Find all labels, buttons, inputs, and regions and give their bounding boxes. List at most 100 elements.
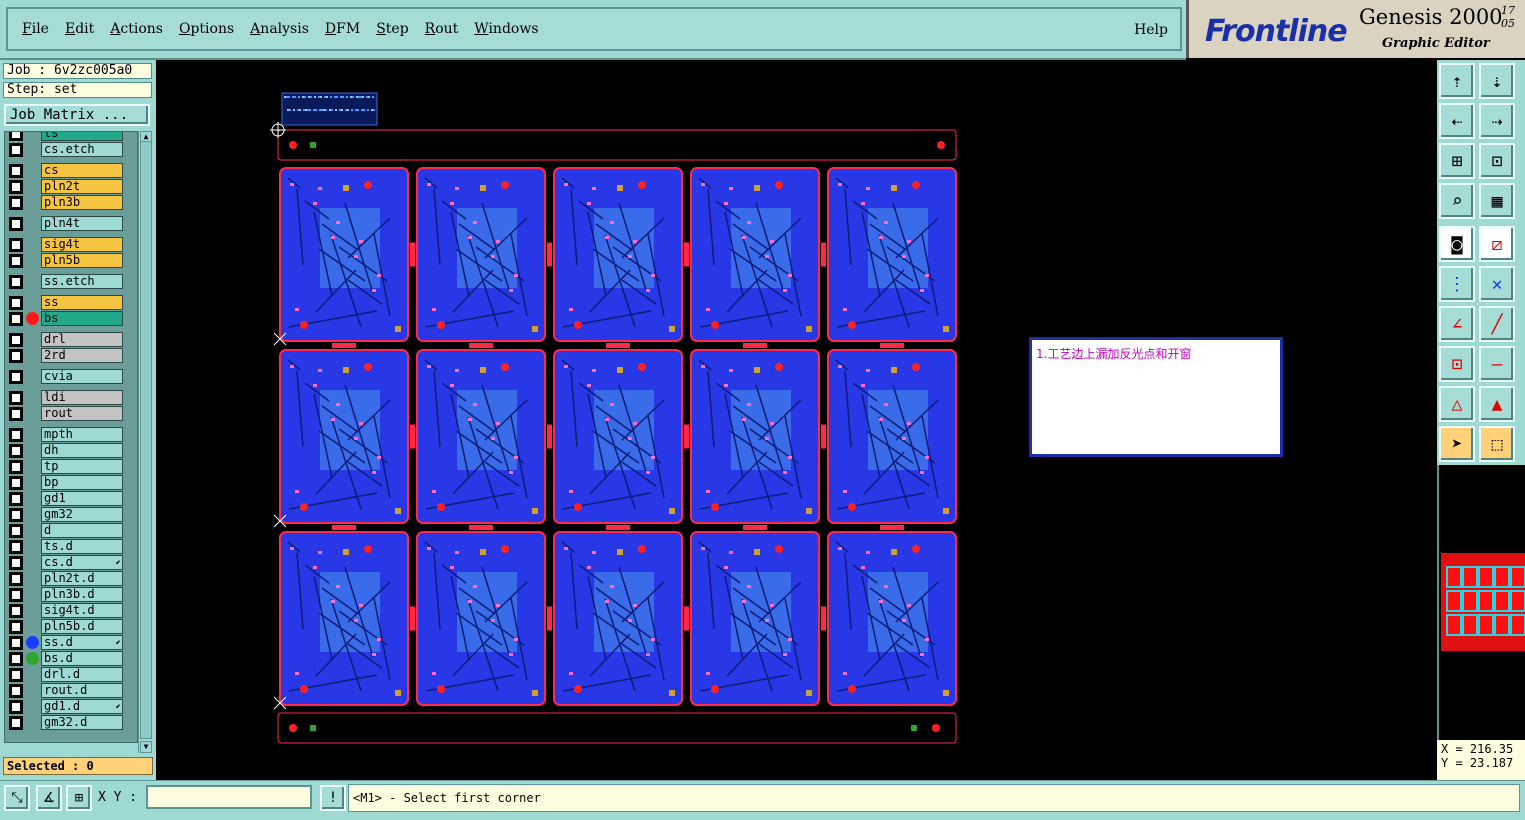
layer-checkbox[interactable] <box>11 510 21 520</box>
layer-row-mpth[interactable]: mpth <box>5 427 135 442</box>
overview-map[interactable] <box>1437 465 1525 740</box>
scroll-thumb[interactable] <box>140 141 152 739</box>
layer-checkbox[interactable] <box>11 462 21 472</box>
layer-row-2rd[interactable]: 2rd <box>5 348 135 363</box>
layer-name[interactable]: gm32.d <box>41 715 123 730</box>
line-rect-icon[interactable]: ⧄ <box>1479 226 1515 262</box>
layer-row-ss-d[interactable]: ss.d ⬋ <box>5 635 135 650</box>
layer-row-bp[interactable]: bp <box>5 475 135 490</box>
layer-checkbox[interactable] <box>11 478 21 488</box>
select-box-icon[interactable]: ⬚ <box>1479 426 1515 462</box>
layer-name[interactable]: ldi <box>41 390 123 405</box>
layer-list-scrollbar[interactable]: ▲ ▼ <box>138 131 153 753</box>
layer-name[interactable]: pln2t <box>41 179 123 194</box>
layer-name[interactable]: pln5b <box>41 253 123 268</box>
layer-name[interactable]: d <box>41 523 123 538</box>
layer-checkbox[interactable] <box>11 198 21 208</box>
layer-row-gd1[interactable]: gd1 <box>5 491 135 506</box>
job-matrix-button[interactable]: Job Matrix ... <box>4 104 150 126</box>
layer-name[interactable]: dh <box>41 443 123 458</box>
layer-name[interactable]: cs.etch <box>41 142 123 157</box>
pan-right-icon[interactable]: ⇢ <box>1479 103 1515 139</box>
layer-checkbox[interactable] <box>11 145 21 155</box>
pad-add-icon[interactable]: ⊡ <box>1439 346 1475 382</box>
layer-row-rout-d[interactable]: rout.d <box>5 683 135 698</box>
layer-row-ts[interactable]: ts <box>5 132 135 141</box>
layer-name[interactable]: ts.d <box>41 539 123 554</box>
layer-row-cs[interactable]: cs <box>5 163 135 178</box>
layer-row-bs-d[interactable]: bs.d <box>5 651 135 666</box>
menu-analysis[interactable]: Analysis <box>250 21 309 37</box>
layer-name[interactable]: cs.d ⬋ <box>41 555 123 570</box>
menu-file[interactable]: File <box>22 21 49 37</box>
layer-row-d[interactable]: d <box>5 523 135 538</box>
cross-icon[interactable]: ✕ <box>1479 266 1515 302</box>
layer-checkbox[interactable] <box>11 718 21 728</box>
layer-row-pln5b[interactable]: pln5b <box>5 253 135 268</box>
diagonal-line-icon[interactable]: ╱ <box>1479 306 1515 342</box>
layer-checkbox[interactable] <box>11 335 21 345</box>
menu-windows[interactable]: Windows <box>474 21 538 37</box>
layer-name[interactable]: ss.d ⬋ <box>41 635 123 650</box>
layer-name[interactable]: sig4t <box>41 237 123 252</box>
layer-name[interactable]: 2rd <box>41 348 123 363</box>
connect-icon[interactable]: ⋮ <box>1439 266 1475 302</box>
polygon-icon[interactable]: ▲ <box>1479 386 1515 422</box>
layer-checkbox[interactable] <box>11 256 21 266</box>
layer-row-pln3b[interactable]: pln3b <box>5 195 135 210</box>
layer-checkbox[interactable] <box>11 686 21 696</box>
layer-name[interactable]: pln4t <box>41 216 123 231</box>
grid-icon[interactable]: ▦ <box>1479 183 1515 219</box>
layer-checkbox[interactable] <box>11 446 21 456</box>
layer-checkbox[interactable] <box>11 542 21 552</box>
layer-name[interactable]: bp <box>41 475 123 490</box>
zoom-window-icon[interactable]: ⤡ <box>4 785 30 811</box>
layer-checkbox[interactable] <box>11 526 21 536</box>
layer-row-pln4t[interactable]: pln4t <box>5 216 135 231</box>
layer-row-tp[interactable]: tp <box>5 459 135 474</box>
layer-row-drl-d[interactable]: drl.d <box>5 667 135 682</box>
zoom-in-icon[interactable]: ⊞ <box>1439 143 1475 179</box>
layer-name[interactable]: pln2t.d <box>41 571 123 586</box>
menu-options[interactable]: Options <box>179 21 234 37</box>
layer-name[interactable]: gd1.d ⬋ <box>41 699 123 714</box>
layer-color-dot-icon[interactable] <box>26 652 39 665</box>
layer-row-ss[interactable]: ss <box>5 295 135 310</box>
layer-checkbox[interactable] <box>11 638 21 648</box>
layer-row-ts-d[interactable]: ts.d <box>5 539 135 554</box>
layer-checkbox[interactable] <box>11 298 21 308</box>
scroll-down-icon[interactable]: ▼ <box>140 741 152 753</box>
layer-name[interactable]: sig4t.d <box>41 603 123 618</box>
layer-checkbox[interactable] <box>11 702 21 712</box>
layer-row-gd1-d[interactable]: gd1.d ⬋ <box>5 699 135 714</box>
layer-checkbox[interactable] <box>11 166 21 176</box>
layer-checkbox[interactable] <box>11 409 21 419</box>
layer-name[interactable]: pln3b <box>41 195 123 210</box>
xy-input[interactable] <box>146 785 312 809</box>
layer-checkbox[interactable] <box>11 393 21 403</box>
layer-checkbox[interactable] <box>11 182 21 192</box>
menu-help[interactable]: Help <box>1134 22 1168 38</box>
layer-row-sig4t[interactable]: sig4t <box>5 237 135 252</box>
layer-checkbox[interactable] <box>11 606 21 616</box>
layer-checkbox[interactable] <box>11 132 21 139</box>
layer-row-bs[interactable]: bs <box>5 311 135 326</box>
layer-checkbox[interactable] <box>11 574 21 584</box>
layer-checkbox[interactable] <box>11 622 21 632</box>
select-arrow-icon[interactable]: ➤ <box>1439 426 1475 462</box>
layer-row-pln2t[interactable]: pln2t <box>5 179 135 194</box>
zoom-out-icon[interactable]: ⊡ <box>1479 143 1515 179</box>
hline-icon[interactable]: — <box>1479 346 1515 382</box>
layer-row-pln5b-d[interactable]: pln5b.d <box>5 619 135 634</box>
layer-row-sig4t-d[interactable]: sig4t.d <box>5 603 135 618</box>
layer-color-dot-icon[interactable] <box>26 312 39 325</box>
layer-name[interactable]: drl <box>41 332 123 347</box>
menu-step[interactable]: Step <box>376 21 408 37</box>
layer-row-gm32-d[interactable]: gm32.d <box>5 715 135 730</box>
layer-checkbox[interactable] <box>11 430 21 440</box>
layer-name[interactable]: bs.d <box>41 651 123 666</box>
layer-row-cs-d[interactable]: cs.d ⬋ <box>5 555 135 570</box>
menu-edit[interactable]: Edit <box>65 21 94 37</box>
layer-row-gm32[interactable]: gm32 <box>5 507 135 522</box>
menu-dfm[interactable]: DFM <box>325 21 360 37</box>
